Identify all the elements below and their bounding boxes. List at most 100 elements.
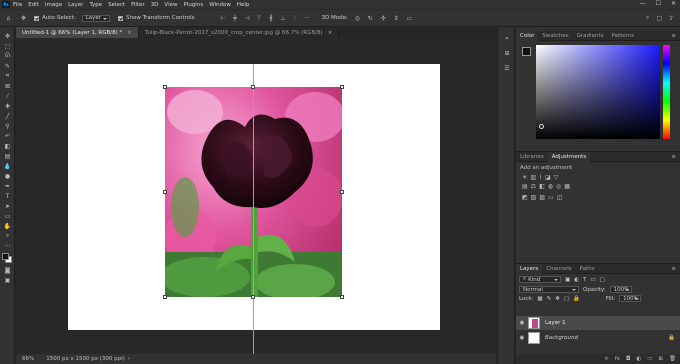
transform-handle[interactable] [340, 85, 344, 89]
pen-tool-icon[interactable]: ✒ [0, 181, 15, 191]
eraser-tool-icon[interactable]: ◧ [0, 141, 15, 151]
transform-handle[interactable] [163, 190, 167, 194]
transform-controls-checkbox[interactable] [118, 15, 124, 21]
eyedropper-tool-icon[interactable]: ⁄ [0, 91, 15, 101]
hue-saturation-icon[interactable]: ▤ [522, 183, 528, 190]
adjustment-layer-icon[interactable]: ◐ [636, 356, 641, 362]
transform-handle[interactable] [163, 295, 167, 299]
fx-icon[interactable]: fx [615, 356, 620, 362]
search-icon[interactable]: ⌕ [643, 14, 652, 23]
hand-tool-icon[interactable]: ✋ [0, 221, 15, 231]
filter-type-icon[interactable]: T [583, 277, 586, 283]
gradient-tool-icon[interactable]: ▤ [0, 151, 15, 161]
transform-handle[interactable] [163, 85, 167, 89]
fill-field[interactable]: 100% [619, 295, 642, 302]
align-bottom-icon[interactable]: ⊥ [278, 14, 287, 23]
type-tool-icon[interactable]: T [0, 191, 15, 201]
transform-controls-option[interactable]: Show Transform Controls [118, 15, 194, 21]
menu-layer[interactable]: Layer [68, 2, 83, 8]
menu-edit[interactable]: Edit [28, 2, 39, 8]
levels-icon[interactable]: ▥ [530, 174, 536, 181]
foreground-color-swatch[interactable] [522, 47, 531, 56]
color-field[interactable] [536, 45, 660, 139]
minimize-button[interactable]: — [640, 0, 646, 7]
tab-libraries[interactable]: Libraries [516, 152, 548, 162]
trash-icon[interactable]: 🗑 [669, 356, 676, 362]
quick-select-tool-icon[interactable]: ✎ [0, 61, 15, 71]
transform-handle[interactable] [251, 295, 255, 299]
photo-filter-icon[interactable]: ◍ [548, 183, 553, 190]
screen-mode-icon[interactable]: ▣ [0, 275, 15, 285]
tab-layers[interactable]: Layers [516, 263, 543, 274]
filter-adjust-icon[interactable]: ◐ [574, 277, 579, 283]
align-left-icon[interactable]: ⊢ [218, 14, 227, 23]
roll-3d-icon[interactable]: ↻ [366, 14, 375, 23]
menu-filter[interactable]: Filter [131, 2, 145, 8]
close-button[interactable]: ✕ [671, 0, 676, 7]
workspace-icon[interactable]: ▢ [655, 14, 664, 23]
color-picker-cursor[interactable] [539, 124, 544, 129]
threshold-icon[interactable]: ▨ [539, 194, 545, 201]
marquee-tool-icon[interactable]: ⬚ [0, 41, 15, 51]
brush-tool-icon[interactable]: ╱ [0, 111, 15, 121]
tab-channels[interactable]: Channels [542, 264, 575, 274]
filter-pixel-icon[interactable]: ▣ [565, 277, 570, 283]
eye-icon[interactable]: ◉ [516, 320, 528, 326]
tab-tulip-image[interactable]: Tulip-Black-Parrot-2017_s2000_crop_cente… [138, 27, 340, 38]
orbit-3d-icon[interactable]: ◎ [353, 14, 362, 23]
maximize-button[interactable]: ☐ [656, 0, 661, 7]
tab-patterns[interactable]: Patterns [607, 31, 638, 41]
hue-slider[interactable] [663, 45, 670, 139]
mask-icon[interactable]: ◘ [626, 356, 630, 362]
link-icon[interactable]: ∞ [604, 356, 609, 362]
menu-window[interactable]: Window [209, 2, 231, 8]
menu-file[interactable]: File [13, 2, 22, 8]
scale-3d-icon[interactable]: ▭ [405, 14, 414, 23]
pan-3d-icon[interactable]: ✣ [379, 14, 388, 23]
shape-tool-icon[interactable]: ▭ [0, 211, 15, 221]
properties-icon[interactable]: ☰ [498, 63, 516, 74]
eye-icon[interactable]: ◉ [516, 335, 528, 341]
distribute-icon[interactable]: ⋮ [290, 14, 299, 23]
lock-position-icon[interactable]: ✥ [555, 296, 560, 302]
blend-mode-dropdown[interactable]: Normal [519, 286, 579, 293]
history-brush-icon[interactable]: ↶ [0, 131, 15, 141]
channel-mixer-icon[interactable]: ◎ [556, 183, 561, 190]
align-vcenter-icon[interactable]: ╫ [266, 14, 275, 23]
blur-tool-icon[interactable]: 💧 [0, 161, 15, 171]
close-tab-icon[interactable]: × [328, 30, 333, 36]
menu-3d[interactable]: 3D [151, 2, 159, 8]
lock-pixels-icon[interactable]: ▦ [537, 296, 542, 302]
healing-tool-icon[interactable]: ✚ [0, 101, 15, 111]
exposure-icon[interactable]: ◪ [545, 174, 551, 181]
layer-row-background[interactable]: ◉ Background 🔒 [516, 331, 680, 345]
move-tool-icon[interactable]: ✥ [19, 14, 28, 23]
menu-plugins[interactable]: Plugins [183, 2, 203, 8]
dodge-tool-icon[interactable]: ● [0, 171, 15, 181]
opacity-field[interactable]: 100% [609, 286, 632, 293]
foreground-color-swatch[interactable] [2, 253, 9, 260]
brightness-icon[interactable]: ☀ [522, 174, 527, 181]
tab-paths[interactable]: Paths [576, 264, 599, 274]
layer-name[interactable]: Background [545, 335, 578, 341]
tab-gradients[interactable]: Gradients [573, 31, 608, 41]
lock-all-icon[interactable]: 🔒 [573, 296, 580, 302]
frame-tool-icon[interactable]: ⊠ [0, 81, 15, 91]
zoom-level[interactable]: 66% [22, 356, 34, 362]
move-tool-icon[interactable]: ✥ [0, 31, 15, 41]
transform-handle[interactable] [340, 295, 344, 299]
filter-smart-icon[interactable]: ▢ [600, 277, 605, 283]
more-options-icon[interactable]: ··· [302, 14, 311, 23]
document-info[interactable]: 1500 px x 1500 px (300 ppi) [46, 356, 125, 362]
panel-menu-icon[interactable]: ≡ [671, 266, 676, 272]
layer-filter-dropdown[interactable]: ⌕ Kind [519, 276, 561, 283]
auto-select-dropdown[interactable]: Layer [81, 14, 111, 22]
align-right-icon[interactable]: ⊣ [242, 14, 251, 23]
menu-help[interactable]: Help [237, 2, 250, 8]
auto-select-option[interactable]: Auto-Select: [34, 15, 76, 21]
auto-select-checkbox[interactable] [34, 15, 39, 21]
filter-shape-icon[interactable]: ▭ [590, 277, 595, 283]
lock-paint-icon[interactable]: ✎ [547, 296, 552, 302]
tab-untitled-1[interactable]: Untitled-1 @ 66% (Layer 1, RGB/8) * × [16, 27, 139, 38]
color-lookup-icon[interactable]: ▦ [564, 183, 570, 190]
